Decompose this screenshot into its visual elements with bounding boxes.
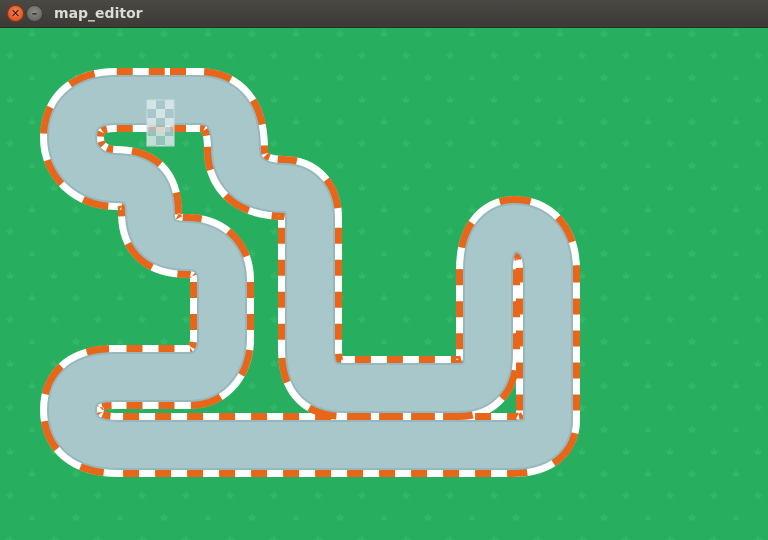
window-title: map_editor bbox=[54, 6, 143, 22]
map-editor-window: ✕ – map_editor bbox=[0, 0, 768, 540]
start-finish-line bbox=[146, 99, 175, 147]
minimize-icon[interactable]: – bbox=[26, 5, 43, 22]
close-icon[interactable]: ✕ bbox=[7, 5, 24, 22]
title-bar[interactable]: ✕ – map_editor bbox=[0, 0, 768, 28]
map-canvas[interactable] bbox=[0, 28, 768, 540]
